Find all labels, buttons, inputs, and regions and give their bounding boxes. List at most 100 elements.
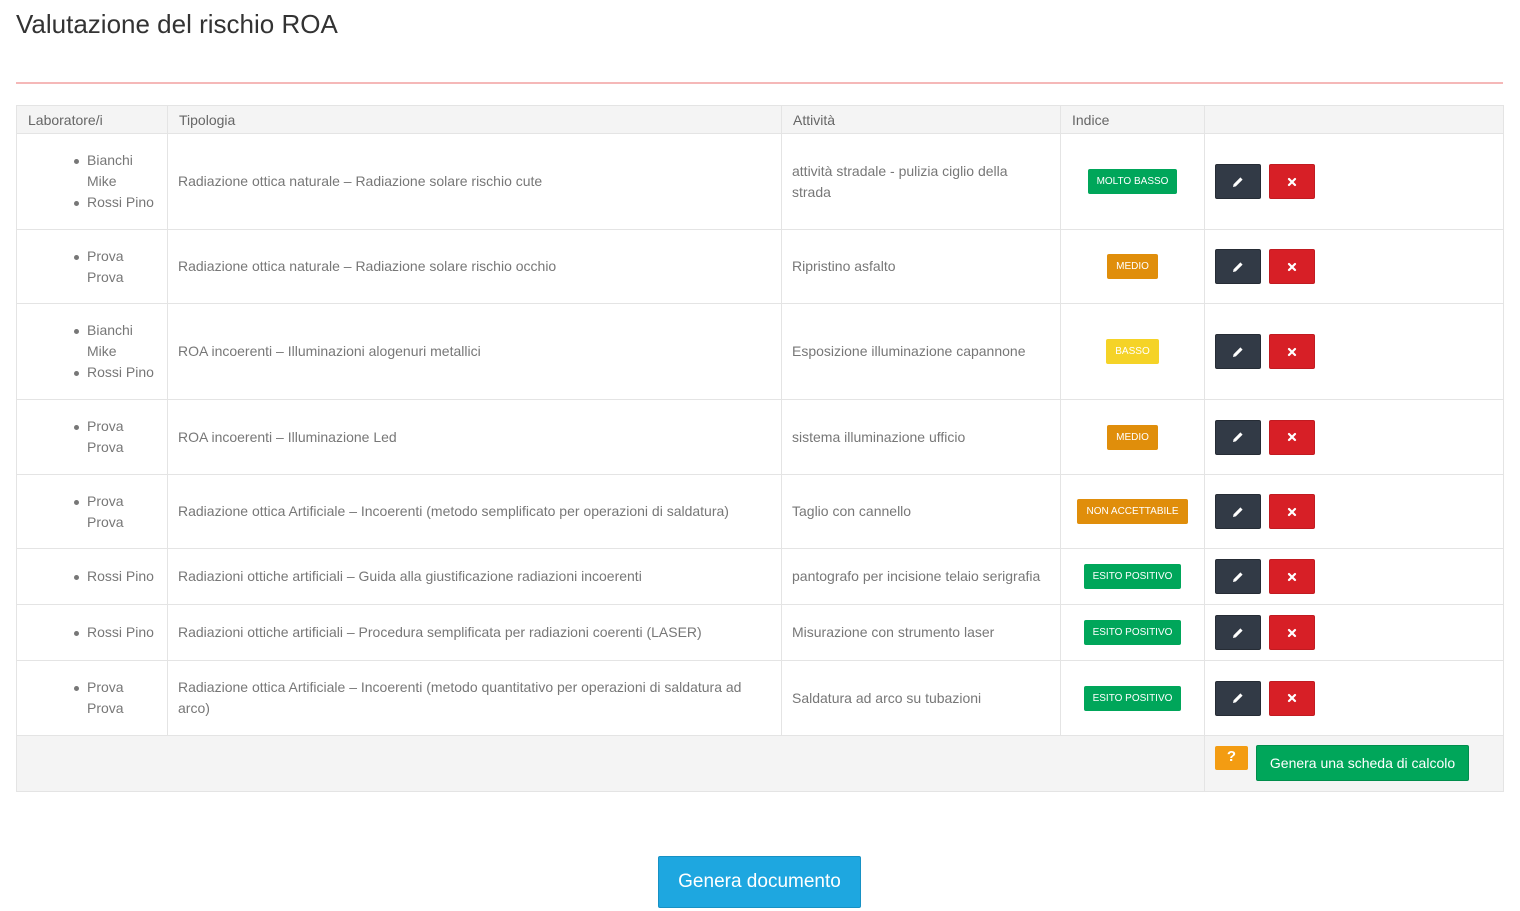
cell-actions <box>1204 303 1504 400</box>
table-header-row: Laboratore/i Tipologia Attività Indice <box>16 105 1504 134</box>
cell-tipologia: Radiazione ottica Artificiale – Incoeren… <box>167 474 782 549</box>
edit-button[interactable] <box>1215 494 1261 529</box>
cell-tipologia: Radiazione ottica naturale – Radiazione … <box>167 133 782 230</box>
lab-item: Prova Prova <box>74 491 157 533</box>
edit-button[interactable] <box>1215 615 1261 650</box>
delete-button[interactable] <box>1268 559 1315 594</box>
footer-spacer <box>16 735 1205 792</box>
cell-indice: ESITO POSITIVO <box>1060 604 1205 661</box>
cell-actions <box>1204 548 1504 605</box>
edit-button[interactable] <box>1215 419 1261 455</box>
help-button[interactable]: ? <box>1215 746 1248 770</box>
cell-laboratori: Prova Prova <box>16 474 168 549</box>
lab-list: Prova Prova <box>27 246 157 288</box>
cell-attivita: sistema illuminazione ufficio <box>781 399 1061 475</box>
lab-item: Rossi Pino <box>74 192 157 213</box>
header-actions <box>1204 105 1504 134</box>
cell-indice: ESITO POSITIVO <box>1060 548 1205 605</box>
cell-actions <box>1204 474 1504 549</box>
delete-button[interactable] <box>1268 334 1315 369</box>
pencil-icon <box>1233 693 1243 703</box>
cell-actions <box>1204 604 1504 661</box>
lab-list: Rossi Pino <box>27 566 157 587</box>
delete-button[interactable] <box>1268 249 1315 284</box>
lab-item: Prova Prova <box>74 246 157 288</box>
indice-badge: MEDIO <box>1107 254 1158 279</box>
delete-button[interactable] <box>1268 680 1315 716</box>
delete-button[interactable] <box>1268 419 1315 455</box>
lab-list: Prova Prova <box>27 677 157 719</box>
edit-button[interactable] <box>1215 334 1261 369</box>
close-icon <box>1287 347 1296 356</box>
cell-attivita: Taglio con cannello <box>781 474 1061 549</box>
indice-badge: BASSO <box>1106 339 1159 364</box>
cell-laboratori: Rossi Pino <box>16 604 168 661</box>
indice-badge: ESITO POSITIVO <box>1083 620 1182 645</box>
cell-attivita: pantografo per incisione telaio serigraf… <box>781 548 1061 605</box>
cell-tipologia: Radiazione ottica naturale – Radiazione … <box>167 229 782 304</box>
title-divider <box>16 82 1503 84</box>
table-footer-row: ? Genera una scheda di calcolo <box>16 735 1504 792</box>
close-icon <box>1287 262 1296 271</box>
cell-actions <box>1204 133 1504 230</box>
cell-attivita: attività stradale - pulizia ciglio della… <box>781 133 1061 230</box>
header-indice: Indice <box>1060 105 1205 134</box>
table-row: Bianchi Mike Rossi Pino Radiazione ottica… <box>16 133 1504 230</box>
footer-actions: ? Genera una scheda di calcolo <box>1204 735 1504 792</box>
table-body: Bianchi Mike Rossi Pino Radiazione ottica… <box>16 133 1504 736</box>
indice-badge: NON ACCETTABILE <box>1077 499 1188 524</box>
edit-button[interactable] <box>1215 680 1261 716</box>
table-row: Prova Prova Radiazione ottica naturale –… <box>16 229 1504 304</box>
pencil-icon <box>1233 261 1243 272</box>
cell-tipologia: Radiazione ottica Artificiale – Incoeren… <box>167 660 782 736</box>
lab-item: Prova Prova <box>74 677 157 719</box>
lab-list: Bianchi Mike Rossi Pino <box>27 150 157 213</box>
indice-badge: MOLTO BASSO <box>1087 169 1178 194</box>
delete-button[interactable] <box>1268 615 1315 650</box>
risk-table: Laboratore/i Tipologia Attività Indice B… <box>16 105 1504 792</box>
cell-laboratori: Bianchi Mike Rossi Pino <box>16 303 168 400</box>
cell-laboratori: Prova Prova <box>16 399 168 475</box>
cell-indice: BASSO <box>1060 303 1205 400</box>
table-row: Bianchi Mike Rossi Pino ROA incoerenti – … <box>16 303 1504 400</box>
lab-item: Rossi Pino <box>74 362 157 383</box>
edit-button[interactable] <box>1215 559 1261 594</box>
pencil-icon <box>1233 176 1243 187</box>
table-row: Rossi Pino Radiazioni ottiche artificial… <box>16 604 1504 661</box>
lab-list: Rossi Pino <box>27 622 157 643</box>
edit-button[interactable] <box>1215 164 1261 199</box>
cell-indice: MEDIO <box>1060 229 1205 304</box>
lab-item: Bianchi Mike <box>74 150 157 192</box>
cell-laboratori: Prova Prova <box>16 660 168 736</box>
lab-item: Rossi Pino <box>74 566 157 587</box>
cell-laboratori: Rossi Pino <box>16 548 168 605</box>
indice-badge: ESITO POSITIVO <box>1083 564 1182 589</box>
cell-actions <box>1204 229 1504 304</box>
cell-attivita: Ripristino asfalto <box>781 229 1061 304</box>
indice-badge: ESITO POSITIVO <box>1083 685 1182 711</box>
cell-actions <box>1204 399 1504 475</box>
table-row: Prova Prova Radiazione ottica Artificial… <box>16 660 1504 736</box>
cell-attivita: Saldatura ad arco su tubazioni <box>781 660 1061 736</box>
cell-laboratori: Bianchi Mike Rossi Pino <box>16 133 168 230</box>
cell-indice: ESITO POSITIVO <box>1060 660 1205 736</box>
cell-indice: NON ACCETTABILE <box>1060 474 1205 549</box>
table-row: Rossi Pino Radiazioni ottiche artificial… <box>16 548 1504 605</box>
table-row: Prova Prova ROA incoerenti – Illuminazio… <box>16 399 1504 475</box>
cell-tipologia: ROA incoerenti – Illuminazioni alogenuri… <box>167 303 782 400</box>
lab-list: Prova Prova <box>27 491 157 533</box>
edit-button[interactable] <box>1215 249 1261 284</box>
pencil-icon <box>1233 571 1243 582</box>
lab-item: Bianchi Mike <box>74 320 157 362</box>
cell-tipologia: ROA incoerenti – Illuminazione Led <box>167 399 782 475</box>
indice-badge: MEDIO <box>1107 424 1158 450</box>
lab-item: Rossi Pino <box>74 622 157 643</box>
header-laboratori: Laboratore/i <box>16 105 168 134</box>
delete-button[interactable] <box>1268 494 1315 529</box>
lab-list: Prova Prova <box>27 416 157 458</box>
delete-button[interactable] <box>1268 164 1315 199</box>
generate-document-button[interactable]: Genera documento <box>658 856 861 908</box>
generate-sheet-button[interactable]: Genera una scheda di calcolo <box>1255 745 1470 781</box>
cell-indice: MEDIO <box>1060 399 1205 475</box>
close-icon <box>1287 628 1296 637</box>
